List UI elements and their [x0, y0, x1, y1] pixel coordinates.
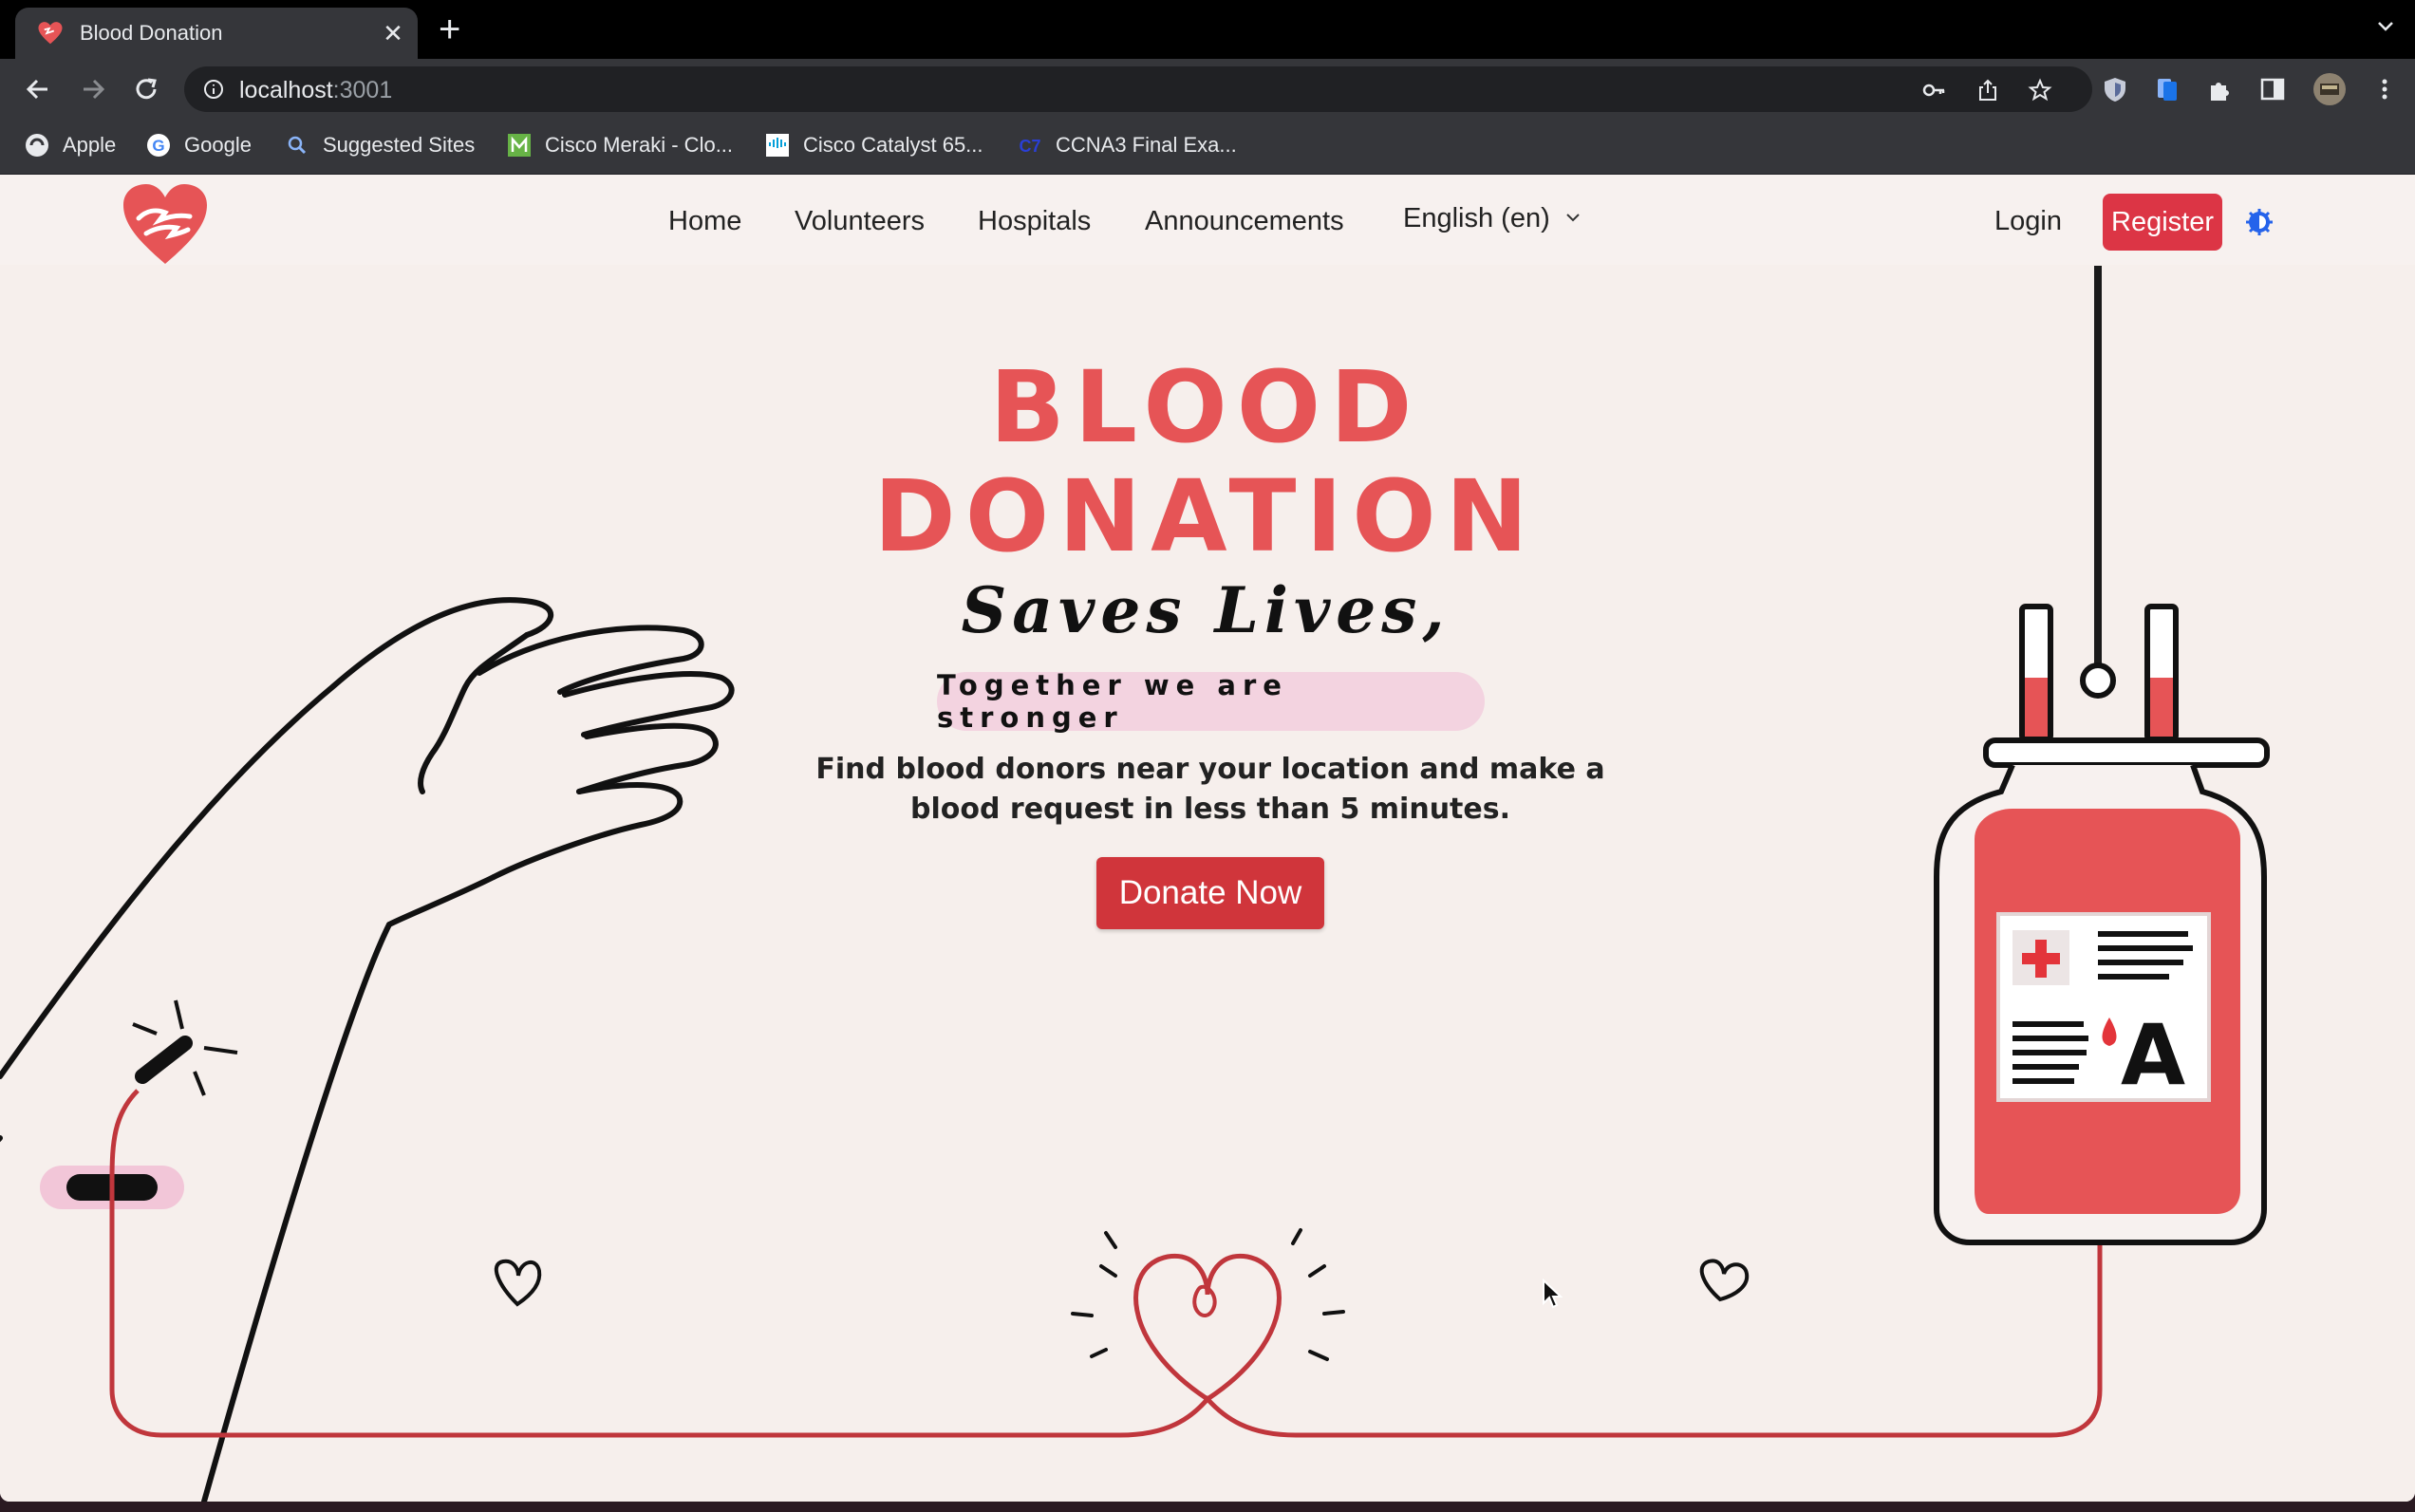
hero-subtitle: Saves Lives, — [961, 573, 1451, 647]
heart-logo-icon — [38, 22, 63, 45]
tagline-pill: Together we are stronger — [937, 669, 1485, 734]
bookmark-label: Suggested Sites — [323, 133, 476, 157]
bookmark-label: Google — [184, 133, 252, 157]
browser-window: Blood Donation ✕ + localhost:3001 Apple — [0, 0, 2415, 1502]
bookmark-label: Cisco Meraki - Clo... — [545, 133, 734, 157]
info-icon[interactable] — [203, 79, 224, 100]
star-icon[interactable] — [2028, 78, 2052, 103]
register-button[interactable]: Register — [2103, 194, 2222, 251]
svg-text:C7: C7 — [1019, 137, 1040, 156]
bookmark-cisco-catalyst[interactable]: Cisco Catalyst 65... — [765, 133, 983, 158]
tab-strip: Blood Donation ✕ + — [0, 0, 2415, 59]
hero-title-line2: DONATION — [873, 458, 1538, 574]
puzzle-icon[interactable] — [2205, 74, 2236, 104]
key-icon[interactable] — [1921, 78, 1946, 103]
address-bar[interactable]: localhost:3001 — [184, 66, 2092, 112]
shield-extension-icon[interactable] — [2100, 74, 2130, 104]
bookmark-suggested-sites[interactable]: Suggested Sites — [285, 133, 475, 158]
chevron-down-icon[interactable] — [1564, 211, 1582, 224]
nav-volunteers[interactable]: Volunteers — [795, 206, 925, 237]
new-tab-button[interactable]: + — [439, 10, 460, 48]
apple-icon — [26, 134, 48, 157]
heart-hands-logo[interactable] — [122, 182, 209, 266]
bookmarks-bar: Apple G Google Suggested Sites Cisco Mer… — [0, 120, 2415, 175]
nav-hospitals[interactable]: Hospitals — [978, 206, 1091, 237]
tab-close-icon[interactable]: ✕ — [374, 19, 412, 48]
page-viewport: A Home Volunteers Hospitals Announcement… — [0, 175, 2415, 1502]
blood-bag-illustration: A — [1934, 604, 2270, 1245]
mouse-cursor-icon — [1543, 1279, 1563, 1309]
google-icon: G — [147, 134, 170, 157]
bookmark-ccna3[interactable]: C7 CCNA3 Final Exa... — [1018, 133, 1237, 158]
bookmark-label: Apple — [63, 133, 117, 157]
tab-blood-donation[interactable]: Blood Donation ✕ — [15, 8, 418, 59]
profile-avatar-icon[interactable] — [2312, 72, 2347, 106]
donate-now-button[interactable]: Donate Now — [1096, 857, 1324, 929]
language-select[interactable]: English (en) — [1403, 203, 1550, 234]
more-vert-icon[interactable] — [2369, 74, 2400, 104]
theme-toggle-icon[interactable] — [2244, 207, 2275, 237]
arm-illustration — [0, 597, 735, 1502]
browser-toolbar: localhost:3001 — [0, 59, 2415, 120]
nav-announcements[interactable]: Announcements — [1145, 206, 1344, 237]
bookmark-google[interactable]: G Google — [146, 133, 252, 158]
blood-type-label: A — [2121, 1006, 2185, 1104]
cisco-icon — [766, 134, 789, 157]
hero-title-line1: BLOOD — [989, 349, 1422, 465]
share-icon[interactable] — [1975, 78, 2000, 103]
side-panel-icon[interactable] — [2257, 74, 2288, 104]
bookmark-cisco-meraki[interactable]: Cisco Meraki - Clo... — [507, 133, 733, 158]
bookmark-label: CCNA3 Final Exa... — [1056, 133, 1237, 157]
hero-description: Find blood donors near your location and… — [815, 753, 1605, 826]
site-navbar: Home Volunteers Hospitals Announcements … — [0, 175, 2415, 265]
ccna-icon: C7 — [1019, 137, 1040, 156]
meraki-icon — [508, 134, 531, 157]
login-link[interactable]: Login — [1994, 206, 2062, 237]
search-icon — [288, 136, 307, 155]
tab-title: Blood Donation — [80, 21, 223, 45]
copy-extension-icon[interactable] — [2152, 74, 2182, 104]
back-arrow-icon[interactable] — [21, 72, 55, 106]
url-text[interactable]: localhost:3001 — [239, 77, 392, 104]
svg-text:G: G — [152, 137, 164, 155]
forward-arrow-icon[interactable] — [76, 72, 110, 106]
chevron-down-icon[interactable] — [2375, 15, 2396, 36]
bookmark-apple[interactable]: Apple — [25, 133, 116, 158]
bookmark-label: Cisco Catalyst 65... — [803, 133, 983, 157]
reload-icon[interactable] — [129, 72, 163, 106]
nav-home[interactable]: Home — [668, 206, 741, 237]
